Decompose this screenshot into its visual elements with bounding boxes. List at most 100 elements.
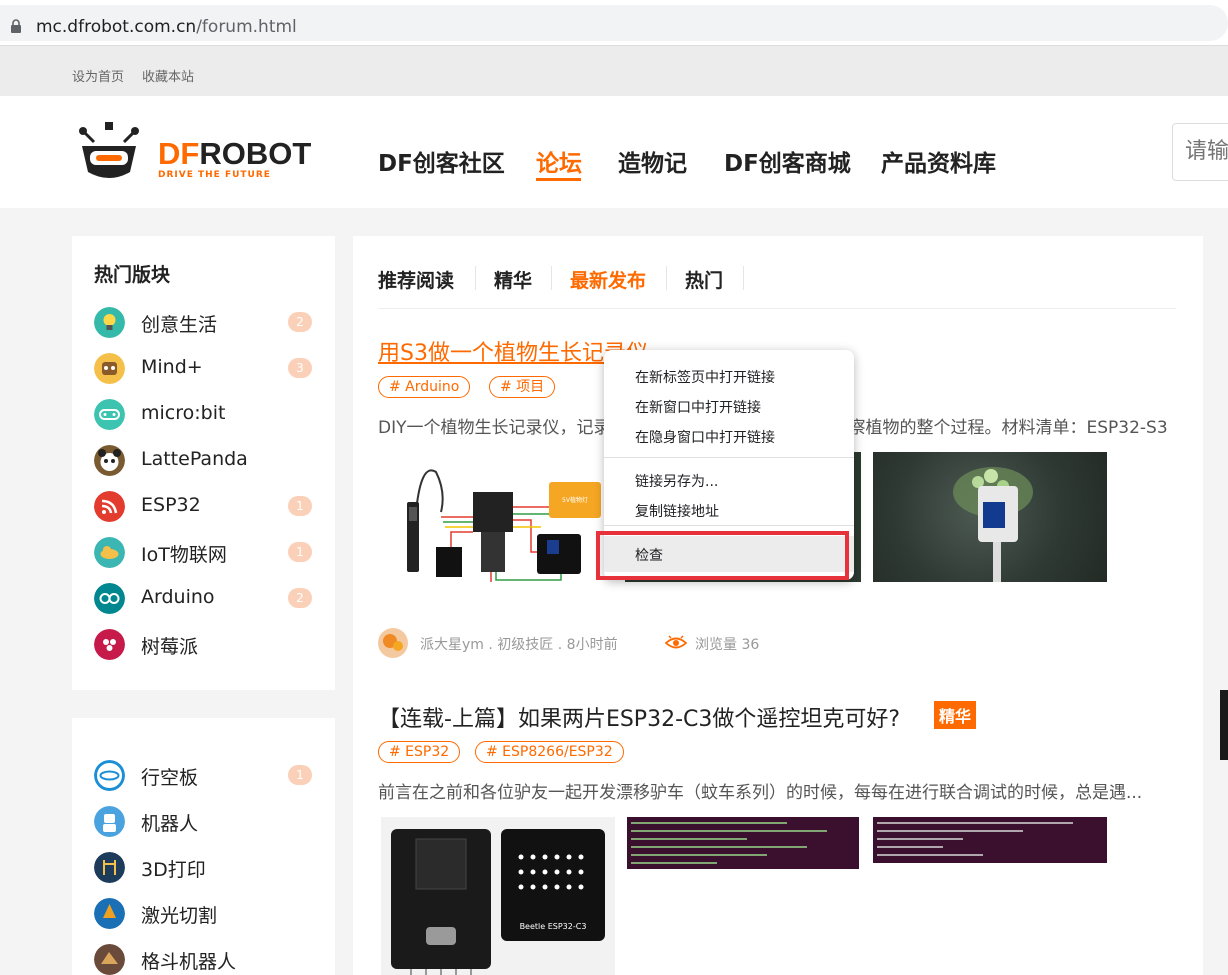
- section-label: 创意生活: [141, 314, 218, 336]
- tab-recommended[interactable]: 推荐阅读: [378, 266, 454, 293]
- top-strip: 设为首页 收藏本站: [0, 46, 1228, 96]
- post-time: 8小时前: [566, 637, 618, 653]
- count-badge: 3: [288, 358, 312, 378]
- featured-badge: 精华: [934, 701, 977, 729]
- section-item-laser-cut[interactable]: 激光切割: [94, 896, 314, 930]
- more-sections-panel: 行空板 1 机器人 3D打印 激光切割 格斗机器人: [72, 718, 335, 975]
- menu-open-incognito[interactable]: 在隐身窗口中打开链接: [635, 427, 775, 447]
- section-label: Mind+: [141, 356, 203, 378]
- search-input[interactable]: [1185, 139, 1228, 164]
- section-label: 3D打印: [141, 859, 206, 881]
- search-box[interactable]: [1172, 123, 1228, 181]
- board-label: Beetle ESP32-C3: [520, 922, 587, 931]
- section-item-arduino[interactable]: Arduino 2: [94, 581, 314, 615]
- section-label: LattePanda: [141, 448, 248, 470]
- url-text: mc.dfrobot.com.cn/forum.html: [36, 17, 297, 37]
- tab-hot[interactable]: 热门: [685, 266, 723, 293]
- menu-divider: [604, 457, 854, 458]
- section-label: ESP32: [141, 494, 201, 516]
- section-item-mindplus[interactable]: Mind+ 3: [94, 351, 314, 385]
- arduino-icon: [94, 583, 125, 614]
- post-image-esp32c3-board[interactable]: Beetle ESP32-C3: [381, 817, 615, 975]
- panda-icon: [94, 445, 125, 476]
- eye-icon: [665, 635, 687, 649]
- section-item-3dprint[interactable]: 3D打印: [94, 850, 314, 884]
- nav-zaowuji[interactable]: 造物记: [618, 144, 687, 178]
- section-label: micro:bit: [141, 402, 226, 424]
- section-item-raspberrypi[interactable]: 树莓派: [94, 627, 314, 661]
- menu-open-new-tab[interactable]: 在新标签页中打开链接: [635, 367, 775, 387]
- nav-forum[interactable]: 论坛: [536, 144, 582, 178]
- section-label: 机器人: [141, 813, 199, 835]
- lightbulb-icon: [94, 307, 125, 338]
- section-label: 格斗机器人: [141, 951, 237, 973]
- menu-divider: [604, 525, 854, 526]
- url-field[interactable]: mc.dfrobot.com.cn/forum.html: [0, 5, 1228, 41]
- robot-icon: [94, 806, 125, 837]
- post-tag[interactable]: # 项目: [489, 376, 556, 398]
- section-label: 激光切割: [141, 905, 218, 927]
- section-label: Arduino: [141, 586, 215, 608]
- nav-store[interactable]: DF创客商城: [724, 144, 851, 178]
- tabs-divider: [378, 308, 1176, 309]
- microbit-icon: [94, 399, 125, 430]
- view-count: 浏览量 36: [695, 637, 760, 653]
- browser-address-bar: mc.dfrobot.com.cn/forum.html: [0, 0, 1228, 46]
- count-badge: 1: [288, 542, 312, 562]
- robot-logo-icon: [79, 122, 139, 178]
- nav-product-docs[interactable]: 产品资料库: [881, 144, 996, 178]
- unihiker-icon: [94, 760, 125, 791]
- section-item-unihiker[interactable]: 行空板 1: [94, 758, 314, 792]
- lock-icon: [11, 19, 21, 33]
- post-title-link[interactable]: 【连载-上篇】如果两片ESP32-C3做个遥控坦克可好?: [378, 701, 900, 733]
- count-badge: 2: [288, 588, 312, 608]
- post-image-wiring-diagram[interactable]: 5V植物灯: [381, 452, 611, 582]
- dfrobot-logo[interactable]: DFROBOT DRIVE THE FUTURE: [76, 120, 336, 186]
- right-edge-image: [1220, 690, 1228, 760]
- raspberry-icon: [94, 629, 125, 660]
- terminal-screenshot: [877, 822, 1073, 856]
- menu-save-link-as[interactable]: 链接另存为...: [635, 471, 718, 491]
- logo-wordmark: DFROBOT: [158, 136, 312, 171]
- nav-community[interactable]: DF创客社区: [378, 144, 505, 178]
- section-item-lattepanda[interactable]: LattePanda: [94, 443, 314, 477]
- tab-latest[interactable]: 最新发布: [570, 266, 646, 293]
- count-badge: 1: [288, 765, 312, 785]
- post-image-terminal-2[interactable]: [873, 817, 1107, 863]
- section-item-creative-life[interactable]: 创意生活 2: [94, 305, 314, 339]
- section-label: 行空板: [141, 767, 199, 789]
- post-excerpt: 前言在之前和各位驴友一起开发漂移驴车（蚊车系列）的时候，每每在进行联合调试的时候…: [378, 783, 1143, 803]
- section-item-microbit[interactable]: micro:bit: [94, 397, 314, 431]
- fighting-robot-icon: [94, 944, 125, 975]
- post-tag[interactable]: # ESP8266/ESP32: [475, 741, 624, 763]
- post-tag[interactable]: # ESP32: [378, 741, 461, 763]
- section-item-esp32[interactable]: ESP32 1: [94, 489, 314, 523]
- hot-sections-panel: 热门版块 创意生活 2 Mind+ 3 micro:bit LattePanda…: [72, 236, 335, 690]
- set-home-link[interactable]: 设为首页: [72, 66, 124, 85]
- tab-divider: [666, 266, 667, 290]
- section-label: IoT物联网: [141, 544, 227, 566]
- section-item-iot[interactable]: IoT物联网 1: [94, 535, 314, 569]
- esp32c3-board-photo: Beetle ESP32-C3: [391, 829, 605, 975]
- author-level: 初级技匠: [497, 637, 554, 653]
- menu-open-new-window[interactable]: 在新窗口中打开链接: [635, 397, 761, 417]
- post-image-plant-device[interactable]: [873, 452, 1107, 582]
- section-item-robot[interactable]: 机器人: [94, 804, 314, 838]
- author-avatar[interactable]: [378, 628, 408, 658]
- hot-sections-title: 热门版块: [94, 264, 171, 286]
- author-name[interactable]: 派大星ym: [420, 637, 484, 653]
- tab-divider: [551, 266, 552, 290]
- post-list-panel: 推荐阅读 精华 最新发布 热门 用S3做一个植物生长记录仪 # Arduino …: [353, 236, 1203, 975]
- annotation-red-box: [596, 531, 849, 580]
- post-image-terminal-1[interactable]: [627, 817, 859, 869]
- mindplus-icon: [94, 353, 125, 384]
- menu-copy-link-address[interactable]: 复制链接地址: [635, 501, 719, 521]
- section-item-fighting-robot[interactable]: 格斗机器人: [94, 942, 314, 975]
- logo-tagline: DRIVE THE FUTURE: [158, 170, 271, 180]
- post-tag[interactable]: # Arduino: [378, 376, 471, 398]
- terminal-screenshot: [631, 822, 827, 864]
- tab-divider: [475, 266, 476, 290]
- section-label: 树莓派: [141, 636, 199, 658]
- bookmark-link[interactable]: 收藏本站: [142, 66, 194, 85]
- tab-featured[interactable]: 精华: [494, 266, 532, 293]
